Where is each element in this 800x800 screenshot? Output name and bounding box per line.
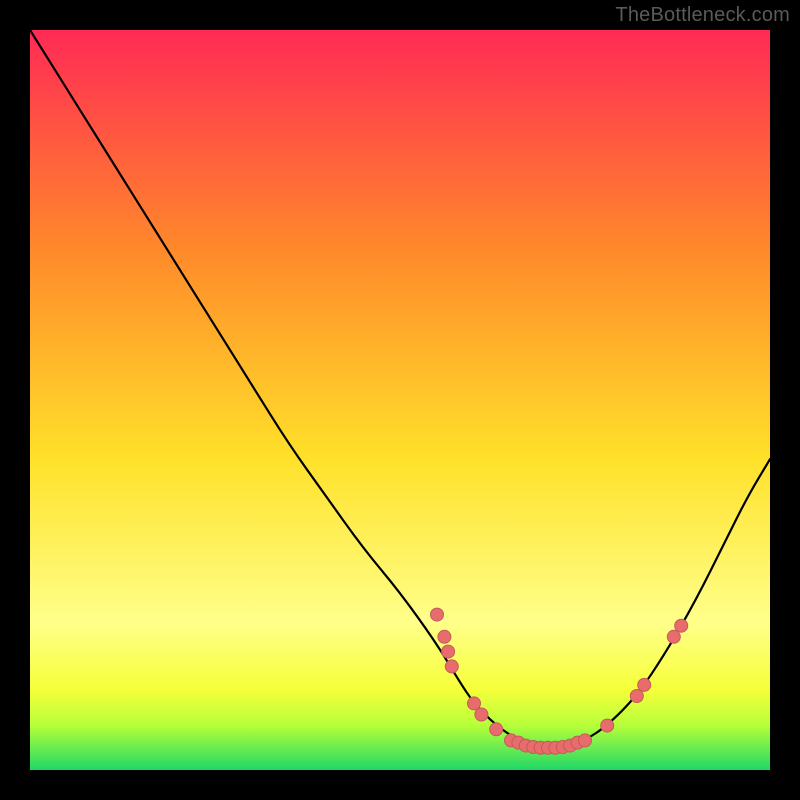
data-marker bbox=[638, 678, 651, 691]
gradient-background bbox=[30, 30, 770, 770]
data-marker bbox=[490, 723, 503, 736]
data-marker bbox=[630, 690, 643, 703]
data-marker bbox=[442, 645, 455, 658]
plot-area bbox=[30, 30, 770, 770]
data-marker bbox=[431, 608, 444, 621]
watermark-text: TheBottleneck.com bbox=[615, 4, 790, 27]
data-marker bbox=[445, 660, 458, 673]
data-marker bbox=[468, 697, 481, 710]
data-marker bbox=[579, 734, 592, 747]
data-marker bbox=[438, 630, 451, 643]
data-marker bbox=[675, 619, 688, 632]
chart-frame: TheBottleneck.com bbox=[0, 0, 800, 800]
data-marker bbox=[475, 708, 488, 721]
data-marker bbox=[601, 719, 614, 732]
data-marker bbox=[667, 630, 680, 643]
plot-svg bbox=[30, 30, 770, 770]
